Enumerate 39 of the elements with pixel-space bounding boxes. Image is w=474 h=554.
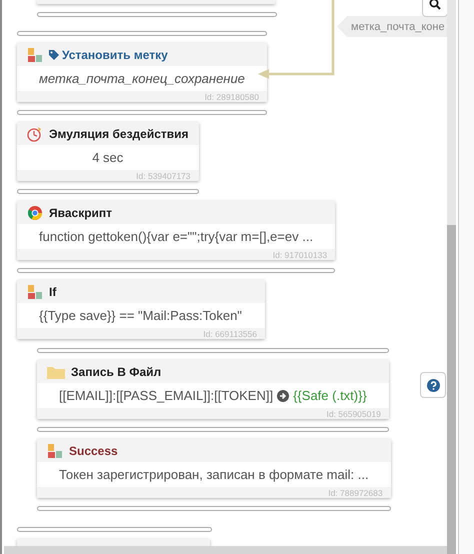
connector-label: метка_почта_коне <box>337 16 447 37</box>
card-title: Эмуляция бездействия <box>49 126 189 140</box>
card-id: Id: 289180580 <box>204 92 259 102</box>
card-body-text: function gettoken(){var e="";try{var m=[],e=ev ... <box>39 229 314 244</box>
help-button[interactable] <box>420 372 446 398</box>
stopwatch-icon <box>27 126 43 142</box>
arrow-circle-icon <box>277 390 290 402</box>
action-card[interactable]: Яваскрипт function gettoken(){var e="";try{var m=[],e=ev ... Id: 917010133 <box>17 201 336 260</box>
card-id: Id: 788972683 <box>328 488 383 498</box>
card-id: Id: 669113556 <box>203 328 257 338</box>
puzzle-icon <box>27 46 43 62</box>
card-body-text: {{Type save}} == "Mail:Pass:Token" <box>39 308 242 323</box>
card-body-text: метка_почта_конец_сохранение <box>39 71 245 86</box>
card-title: If <box>49 284 56 298</box>
target-text: {{Safe (.txt)}} <box>293 388 367 403</box>
card-body-text: 4 sec <box>92 150 124 165</box>
action-card[interactable]: Установить метку метка_почта_конец_сохранение Id: 289180580 <box>17 43 267 102</box>
vertical-scrollbar[interactable] <box>447 0 456 554</box>
horizontal-scrollbar[interactable] <box>4 546 447 554</box>
action-card[interactable]: Success Токен зарегистрирован, записан в формате mail: ... Id: 788972683 <box>37 439 391 498</box>
folder-icon <box>47 364 65 378</box>
puzzle-icon <box>27 284 43 300</box>
card-id: Id: 917010133 <box>272 250 328 260</box>
card-body-text: [[EMAIL]]:[[PASS_EMAIL]]:[[TOKEN]] <box>59 388 274 403</box>
tag-icon <box>49 50 59 60</box>
card-title: Установить метку <box>49 48 168 62</box>
puzzle-icon <box>47 442 63 458</box>
card-title: Запись В Файл <box>71 364 162 378</box>
action-card[interactable]: Запись В Файл [[EMAIL]]:[[PASS_EMAIL]]:[[TOKEN]] {{Safe (.txt)}} Id: 565905019 <box>37 360 389 419</box>
card-body-text: Токен зарегистрирован, записан в формате mail: ... <box>59 467 369 482</box>
card-id: Id: 565905019 <box>326 408 381 418</box>
card-title: Success <box>69 444 118 458</box>
action-card[interactable]: Эмуляция бездействия 4 sec Id: 539407173 <box>17 122 199 181</box>
card-title: Яваскрипт <box>49 206 112 220</box>
card-id: Id: 539407173 <box>136 170 191 180</box>
action-card[interactable]: If {{Type save}} == "Mail:Pass:Token" Id: 669113556 <box>17 280 265 339</box>
help-icon <box>426 378 440 392</box>
search-icon <box>429 0 441 10</box>
browser-logo-icon <box>27 204 43 220</box>
